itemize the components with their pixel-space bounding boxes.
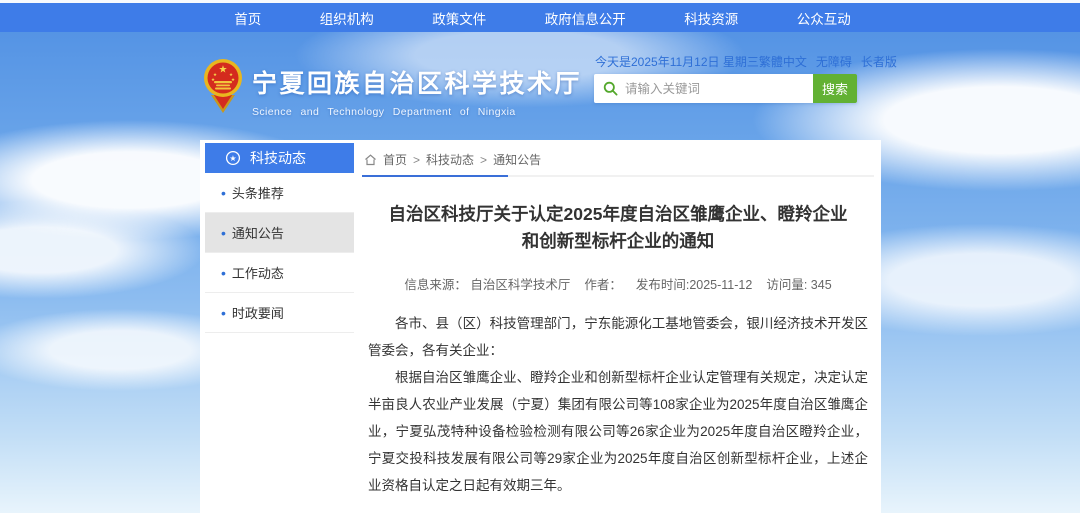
site-logo-link[interactable]: ★ ★ ★ ★ ★ 宁夏回族自治区科学技术厅 Science and Techn… <box>203 58 533 116</box>
nav-item-gov-info[interactable]: 政府信息公开 <box>545 8 626 28</box>
article-meta: 信息来源： 自治区科学技术厅作者： 发布时间:2025-11-12 访问量: 345 <box>368 274 868 293</box>
meta-views: 访问量: 345 <box>766 278 831 292</box>
article-body: 各市、县（区）科技管理部门，宁东能源化工基地管委会，银川经济技术开发区管委会，各… <box>368 310 868 499</box>
article-title-line2: 和创新型标杆企业的通知 <box>368 228 868 255</box>
breadcrumb-separator: > <box>480 153 487 167</box>
nav-item-organization[interactable]: 组织机构 <box>320 8 374 28</box>
sidebar-item-headlines[interactable]: • 头条推荐 <box>205 173 354 213</box>
search-button[interactable]: 搜索 <box>813 74 857 103</box>
meta-publish-date: 发布时间:2025-11-12 <box>636 278 753 292</box>
breadcrumb-notices[interactable]: 通知公告 <box>493 151 541 168</box>
sidebar-title: 科技动态 <box>250 148 306 168</box>
article-paragraph: 根据自治区雏鹰企业、瞪羚企业和创新型标杆企业认定管理有关规定，决定认定半亩良人农… <box>368 364 868 499</box>
svg-text:★: ★ <box>219 65 228 76</box>
nav-item-interaction[interactable]: 公众互动 <box>797 8 851 28</box>
bullet-icon: • <box>221 265 226 281</box>
nav-item-home[interactable]: 首页 <box>234 8 261 28</box>
sidebar-item-label: 工作动态 <box>232 266 284 281</box>
site-subtitle: Science and Technology Department of Nin… <box>252 106 582 118</box>
meta-author: 作者： <box>584 278 622 292</box>
bullet-icon: • <box>221 305 226 321</box>
national-emblem-icon: ★ ★ ★ ★ ★ <box>203 58 243 114</box>
article-title: 自治区科技厅关于认定2025年度自治区雏鹰企业、瞪羚企业 和创新型标杆企业的通知 <box>368 201 868 255</box>
breadcrumb-home[interactable]: 首页 <box>383 151 407 168</box>
sidebar-item-notices[interactable]: • 通知公告 <box>205 213 354 253</box>
article-paragraph: 各市、县（区）科技管理部门，宁东能源化工基地管委会，银川经济技术开发区管委会，各… <box>368 310 868 364</box>
nav-item-resources[interactable]: 科技资源 <box>684 8 738 28</box>
sidebar-item-label: 头条推荐 <box>232 186 284 201</box>
home-icon <box>364 154 377 166</box>
search-input-wrap <box>594 74 813 103</box>
search-input[interactable] <box>594 74 813 103</box>
breadcrumb-tech-news[interactable]: 科技动态 <box>426 151 474 168</box>
header-utility-row: 今天是2025年11月12日 星期三 繁體中文 无障碍 长者版 <box>595 53 875 70</box>
bullet-icon: • <box>221 225 226 241</box>
search-bar: 搜索 <box>594 74 857 103</box>
current-date-text: 今天是2025年11月12日 星期三 <box>595 53 759 70</box>
breadcrumb-separator: > <box>413 153 420 167</box>
article: 自治区科技厅关于认定2025年度自治区雏鹰企业、瞪羚企业 和创新型标杆企业的通知… <box>362 201 874 513</box>
sidebar-header-tech-news[interactable]: ★ 科技动态 <box>205 143 354 173</box>
star-circle-icon: ★ <box>225 150 241 166</box>
breadcrumb-divider <box>362 175 874 177</box>
article-title-line1: 自治区科技厅关于认定2025年度自治区雏鹰企业、瞪羚企业 <box>368 201 868 228</box>
nav-item-policy[interactable]: 政策文件 <box>432 8 486 28</box>
nav-menu: 首页 组织机构 政策文件 政府信息公开 科技资源 公众互动 <box>205 3 880 32</box>
meta-source: 信息来源： 自治区科学技术厅 <box>404 278 570 292</box>
svg-text:★: ★ <box>229 154 236 163</box>
sidebar-item-work-updates[interactable]: • 工作动态 <box>205 253 354 293</box>
link-elder-version[interactable]: 长者版 <box>861 53 897 70</box>
top-navbar: 首页 组织机构 政策文件 政府信息公开 科技资源 公众互动 <box>0 3 1080 32</box>
breadcrumb-divider-accent <box>362 175 508 177</box>
breadcrumb: 首页 > 科技动态 > 通知公告 <box>362 142 874 175</box>
sidebar-item-label: 时政要闻 <box>232 306 284 321</box>
link-accessibility[interactable]: 无障碍 <box>816 53 852 70</box>
site-title: 宁夏回族自治区科学技术厅 <box>252 64 582 100</box>
link-traditional-chinese[interactable]: 繁體中文 <box>759 53 807 70</box>
sidebar: ★ 科技动态 • 头条推荐 • 通知公告 • 工作动态 • 时政要闻 <box>205 143 354 333</box>
sidebar-item-label: 通知公告 <box>232 226 284 241</box>
sidebar-items: • 头条推荐 • 通知公告 • 工作动态 • 时政要闻 <box>205 173 354 333</box>
sidebar-item-political-news[interactable]: • 时政要闻 <box>205 293 354 333</box>
bullet-icon: • <box>221 185 226 201</box>
site-titles: 宁夏回族自治区科学技术厅 Science and Technology Depa… <box>252 58 582 116</box>
main-column: 首页 > 科技动态 > 通知公告 自治区科技厅关于认定2025年度自治区雏鹰企业… <box>362 142 874 513</box>
content-panel: ★ 科技动态 • 头条推荐 • 通知公告 • 工作动态 • 时政要闻 首页 > 科技动态… <box>200 140 881 513</box>
language-links: 繁體中文 无障碍 长者版 <box>759 53 897 70</box>
